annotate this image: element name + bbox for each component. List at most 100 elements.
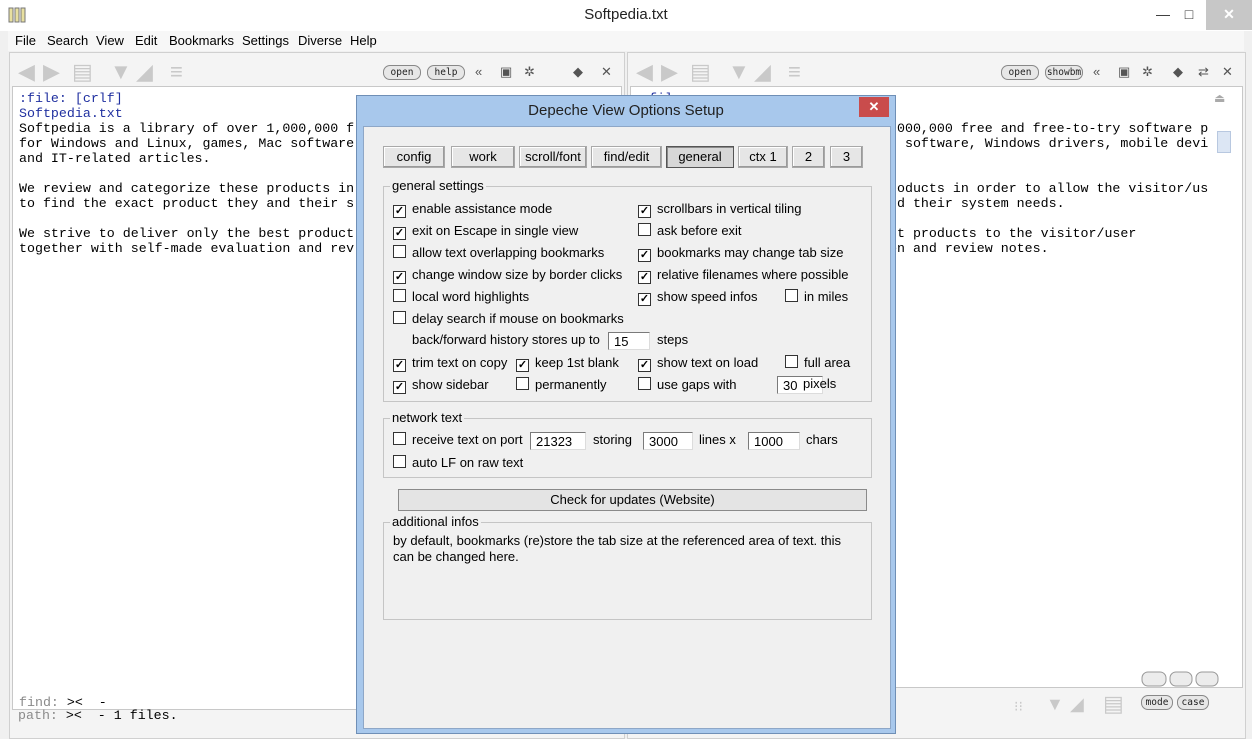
checkbox-box[interactable]: ✓: [393, 359, 406, 372]
case-button[interactable]: case: [1177, 695, 1209, 710]
lines-icon[interactable]: ≡: [170, 61, 183, 83]
close-pane-icon[interactable]: ✕: [601, 64, 612, 80]
checkbox-show-text-on-load[interactable]: ✓ show text on load: [638, 355, 758, 372]
checkbox-bookmarks-tab-size[interactable]: ✓ bookmarks may change tab size: [638, 245, 843, 262]
down-triangle-icon[interactable]: ▼: [728, 61, 750, 83]
chars-input[interactable]: 1000: [748, 432, 800, 450]
scroll-thumb[interactable]: [1217, 131, 1231, 153]
checkbox-show-speed-infos[interactable]: ✓ show speed infos: [638, 289, 757, 306]
history-input[interactable]: 15: [608, 332, 650, 350]
lines-input[interactable]: 3000: [643, 432, 693, 450]
swap-icon[interactable]: ⇄: [1198, 64, 1209, 80]
tab-ctx-1[interactable]: ctx 1: [738, 146, 788, 168]
checkbox-box[interactable]: ✓: [393, 381, 406, 394]
checkbox-in-miles[interactable]: in miles: [785, 289, 848, 305]
checkbox-box[interactable]: [393, 289, 406, 302]
checkbox-box[interactable]: ✓: [638, 359, 651, 372]
up-triangle-icon[interactable]: ◢: [754, 61, 771, 83]
dots-icon[interactable]: ⁝⁝: [1014, 695, 1023, 717]
checkbox-use-gaps[interactable]: use gaps with: [638, 377, 737, 393]
checkbox-trim-text[interactable]: ✓ trim text on copy: [393, 355, 507, 372]
menu-edit[interactable]: Edit: [135, 33, 157, 48]
checkbox-box[interactable]: [638, 223, 651, 236]
tab-general[interactable]: general: [666, 146, 734, 168]
checkbox-box[interactable]: [638, 377, 651, 390]
menu-settings[interactable]: Settings: [242, 33, 289, 48]
menu-help[interactable]: Help: [350, 33, 377, 48]
checkbox-relative-filenames[interactable]: ✓ relative filenames where possible: [638, 267, 848, 284]
double-chevron-icon[interactable]: ◆: [1173, 64, 1183, 80]
checkbox-enable-assistance[interactable]: ✓ enable assistance mode: [393, 201, 552, 218]
menu-diverse[interactable]: Diverse: [298, 33, 342, 48]
checkbox-receive-text[interactable]: receive text on port: [393, 432, 523, 448]
double-chevron-left-icon[interactable]: «: [475, 64, 482, 79]
port-input[interactable]: 21323: [530, 432, 586, 450]
back-arrow-icon[interactable]: ◀: [18, 61, 35, 83]
stripes-icon[interactable]: ▤: [690, 61, 711, 83]
checkbox-box[interactable]: ✓: [393, 271, 406, 284]
checkbox-permanently[interactable]: permanently: [516, 377, 607, 393]
tab-3[interactable]: 3: [830, 146, 863, 168]
bookmark-tabs-icon[interactable]: [1140, 668, 1220, 691]
checkbox-ask-before-exit[interactable]: ask before exit: [638, 223, 742, 239]
checkbox-box[interactable]: [393, 432, 406, 445]
forward-arrow-icon[interactable]: ▶: [43, 61, 60, 83]
tab-find-edit[interactable]: find/edit: [591, 146, 662, 168]
checkbox-box[interactable]: [393, 455, 406, 468]
dialog-close-button[interactable]: ✕: [859, 97, 889, 117]
close-window-button[interactable]: ✕: [1206, 0, 1252, 30]
checkbox-box[interactable]: ✓: [638, 293, 651, 306]
checkbox-box[interactable]: [785, 355, 798, 368]
checkbox-exit-on-escape[interactable]: ✓ exit on Escape in single view: [393, 223, 578, 240]
checkbox-box[interactable]: ✓: [393, 227, 406, 240]
menu-view[interactable]: View: [96, 33, 124, 48]
stripes-icon[interactable]: ▤: [72, 61, 93, 83]
showbm-button[interactable]: showbm: [1045, 65, 1083, 80]
checkbox-box[interactable]: ✓: [516, 359, 529, 372]
down-triangle-icon[interactable]: ▼: [110, 61, 132, 83]
forward-arrow-icon[interactable]: ▶: [661, 61, 678, 83]
up-triangle-icon[interactable]: ◢: [136, 61, 153, 83]
checkbox-show-sidebar[interactable]: ✓ show sidebar: [393, 377, 489, 394]
tab-2[interactable]: 2: [792, 146, 825, 168]
tab-config[interactable]: config: [383, 146, 445, 168]
back-arrow-icon[interactable]: ◀: [636, 61, 653, 83]
double-chevron-icon[interactable]: ◆: [573, 64, 583, 80]
checkbox-box[interactable]: [393, 245, 406, 258]
menu-file[interactable]: File: [15, 33, 36, 48]
checkbox-delay-search[interactable]: delay search if mouse on bookmarks: [393, 311, 624, 327]
up-triangle-icon[interactable]: ◢: [1070, 693, 1084, 715]
checkbox-box[interactable]: [393, 311, 406, 324]
check-updates-button[interactable]: Check for updates (Website): [398, 489, 867, 511]
checkbox-auto-lf[interactable]: auto LF on raw text: [393, 455, 523, 471]
menu-bookmarks[interactable]: Bookmarks: [169, 33, 234, 48]
open-button[interactable]: open: [1001, 65, 1039, 80]
help-button[interactable]: help: [427, 65, 465, 80]
tab-scroll-font[interactable]: scroll/font: [519, 146, 587, 168]
gear-icon[interactable]: ✲: [1142, 64, 1153, 80]
down-triangle-icon[interactable]: ▼: [1046, 693, 1064, 715]
gear-icon[interactable]: ✲: [524, 64, 535, 80]
checkbox-full-area[interactable]: full area: [785, 355, 850, 371]
checkbox-box[interactable]: ✓: [638, 271, 651, 284]
checkbox-box[interactable]: ✓: [638, 249, 651, 262]
maximize-button[interactable]: □: [1172, 0, 1206, 30]
checkbox-box[interactable]: ✓: [638, 205, 651, 218]
square-icon[interactable]: ▣: [500, 64, 512, 80]
checkbox-scrollbars-vertical[interactable]: ✓ scrollbars in vertical tiling: [638, 201, 802, 218]
mode-button[interactable]: mode: [1141, 695, 1173, 710]
stripes-icon[interactable]: ▤: [1103, 693, 1124, 715]
checkbox-box[interactable]: [785, 289, 798, 302]
checkbox-local-word-highlights[interactable]: local word highlights: [393, 289, 529, 305]
double-chevron-left-icon[interactable]: «: [1093, 64, 1100, 79]
square-icon[interactable]: ▣: [1118, 64, 1130, 80]
lines-icon[interactable]: ≡: [788, 61, 801, 83]
checkbox-allow-overlap[interactable]: allow text overlapping bookmarks: [393, 245, 604, 261]
close-pane-icon[interactable]: ✕: [1222, 64, 1233, 80]
checkbox-box[interactable]: [516, 377, 529, 390]
menu-search[interactable]: Search: [47, 33, 88, 48]
checkbox-change-window-size[interactable]: ✓ change window size by border clicks: [393, 267, 622, 284]
tab-work[interactable]: work: [451, 146, 515, 168]
checkbox-box[interactable]: ✓: [393, 205, 406, 218]
checkbox-keep-blank[interactable]: ✓ keep 1st blank: [516, 355, 619, 372]
